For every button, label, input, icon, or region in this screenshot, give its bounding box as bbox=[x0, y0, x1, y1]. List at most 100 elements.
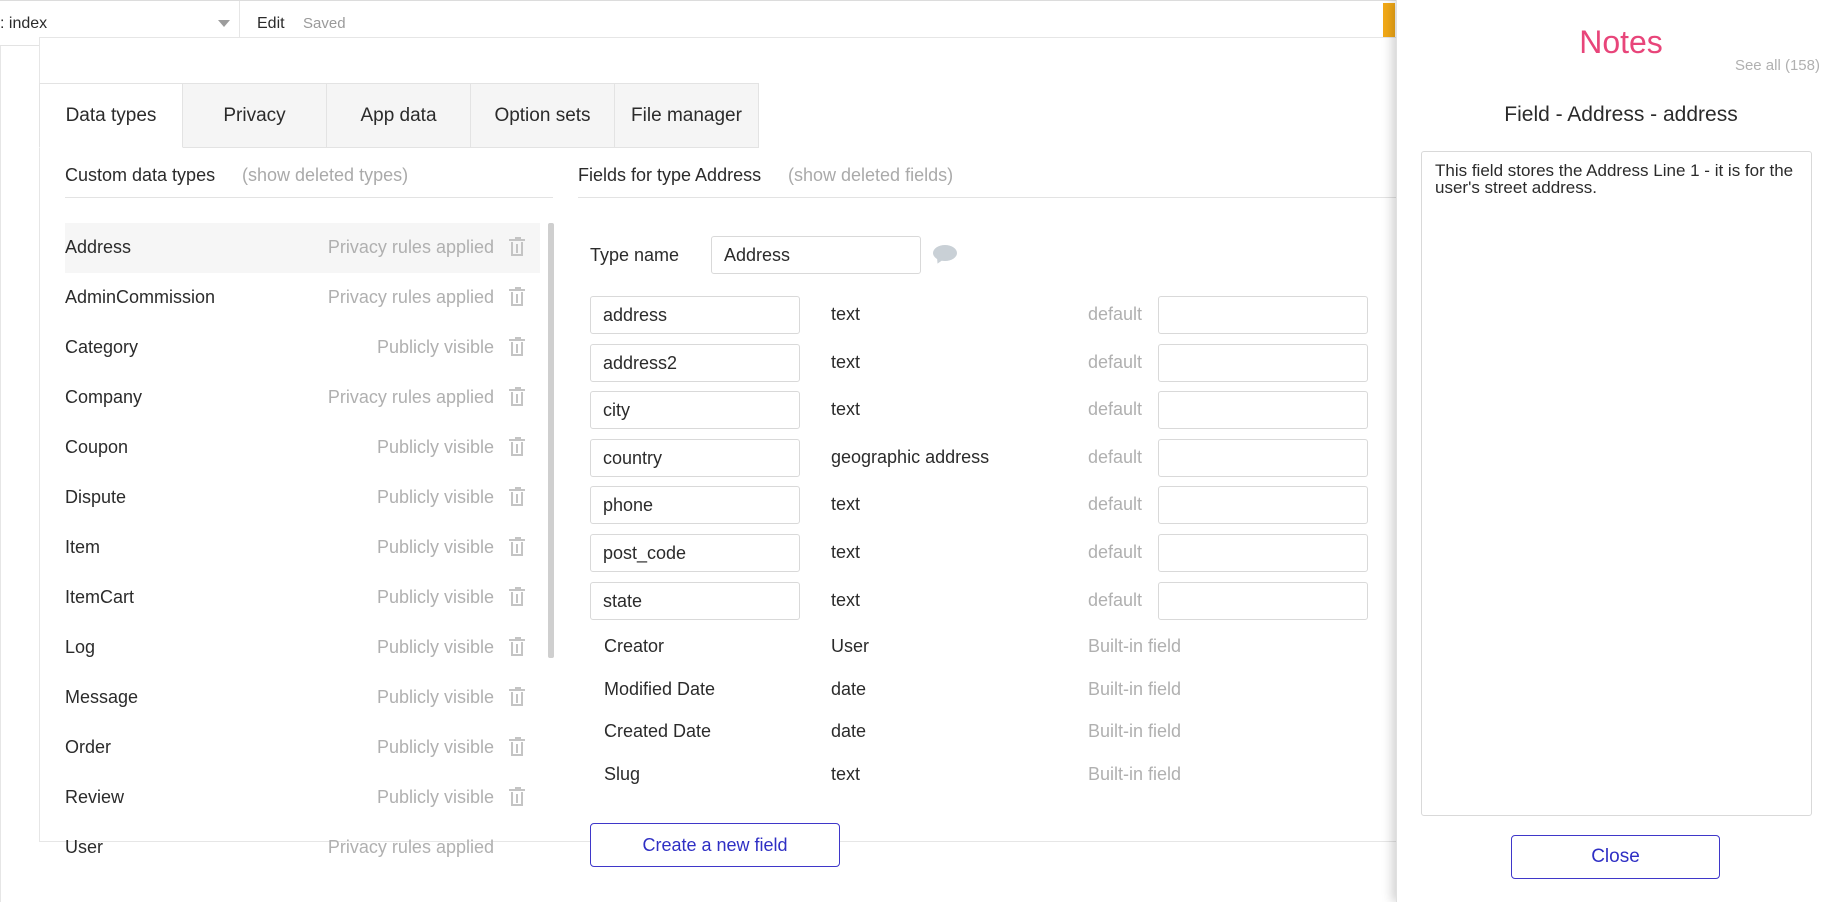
builtin-field-name: Slug bbox=[604, 764, 641, 785]
notes-title: Notes bbox=[1579, 24, 1663, 60]
field-row: city text default bbox=[590, 391, 1370, 430]
type-row[interactable]: Item Publicly visible bbox=[65, 523, 540, 573]
trash-icon[interactable] bbox=[509, 387, 525, 406]
type-name: Coupon bbox=[65, 437, 129, 457]
trash-icon[interactable] bbox=[509, 737, 525, 756]
trash-icon[interactable] bbox=[509, 287, 525, 306]
close-button[interactable]: Close bbox=[1511, 835, 1720, 879]
default-label: default bbox=[1088, 494, 1143, 515]
field-type[interactable]: text bbox=[831, 590, 860, 611]
default-label: default bbox=[1088, 399, 1143, 420]
trash-icon[interactable] bbox=[509, 437, 525, 456]
builtin-field-name: Modified Date bbox=[604, 678, 716, 699]
type-name: User bbox=[65, 837, 104, 857]
divider bbox=[65, 197, 553, 198]
field-name-input[interactable]: address bbox=[590, 296, 800, 334]
default-label: default bbox=[1088, 542, 1143, 562]
type-row[interactable]: Log Publicly visible bbox=[65, 623, 540, 673]
builtin-field-type: date bbox=[831, 678, 867, 699]
data-tabs: Data types Privacy App data Option sets … bbox=[39, 83, 759, 148]
default-value-input[interactable] bbox=[1158, 486, 1368, 525]
builtin-field-name: Creator bbox=[604, 636, 665, 656]
type-row[interactable]: Category Publicly visible bbox=[65, 323, 540, 373]
field-name-input[interactable]: address2 bbox=[590, 343, 800, 382]
type-name-input[interactable]: Address bbox=[711, 236, 921, 274]
trash-icon[interactable] bbox=[509, 637, 525, 656]
type-row[interactable]: Address Privacy rules applied bbox=[65, 223, 540, 273]
trash-icon[interactable] bbox=[509, 687, 525, 706]
default-value-input[interactable] bbox=[1158, 343, 1368, 382]
field-name-input[interactable]: country bbox=[590, 438, 800, 477]
tab-data-types[interactable]: Data types bbox=[39, 83, 183, 148]
type-name: ItemCart bbox=[65, 587, 135, 607]
chevron-down-icon[interactable] bbox=[218, 20, 230, 27]
default-value-input[interactable] bbox=[1158, 534, 1368, 572]
show-deleted-types-link[interactable]: (show deleted types) bbox=[242, 165, 408, 186]
tab-app-data[interactable]: App data bbox=[327, 83, 471, 148]
field-name-input[interactable]: state bbox=[590, 581, 800, 620]
trash-icon[interactable] bbox=[509, 787, 525, 806]
field-type[interactable]: text bbox=[831, 542, 860, 563]
type-row[interactable]: Coupon Publicly visible bbox=[65, 423, 540, 473]
builtin-field-name: Created Date bbox=[604, 721, 712, 742]
field-row: state text default bbox=[590, 581, 1370, 620]
type-row[interactable]: User Privacy rules applied bbox=[65, 823, 540, 873]
type-name: Address bbox=[65, 237, 132, 257]
trash-icon[interactable] bbox=[509, 537, 525, 556]
type-row[interactable]: Company Privacy rules applied bbox=[65, 373, 540, 423]
type-row[interactable]: Dispute Publicly visible bbox=[65, 473, 540, 523]
privacy-status: Publicly visible bbox=[376, 337, 494, 357]
divider bbox=[578, 197, 1396, 198]
type-row[interactable]: Order Publicly visible bbox=[65, 723, 540, 773]
field-row: country geographic address default bbox=[590, 438, 1370, 477]
field-name-input[interactable]: phone bbox=[590, 486, 800, 525]
tab-file-manager[interactable]: File manager bbox=[615, 83, 759, 148]
trash-icon[interactable] bbox=[509, 337, 525, 356]
field-type[interactable]: text bbox=[831, 494, 860, 515]
privacy-status: Privacy rules applied bbox=[327, 237, 494, 257]
field-row: address text default bbox=[590, 296, 1370, 334]
privacy-status: Publicly visible bbox=[376, 637, 494, 657]
builtin-field-type: date bbox=[831, 721, 867, 742]
comment-icon[interactable] bbox=[933, 245, 957, 266]
field-type[interactable]: text bbox=[831, 304, 860, 325]
note-textarea[interactable]: This field stores the Address Line 1 - i… bbox=[1421, 151, 1812, 816]
type-row[interactable]: ItemCart Publicly visible bbox=[65, 573, 540, 623]
default-label: default bbox=[1088, 304, 1143, 324]
trash-icon[interactable] bbox=[509, 487, 525, 506]
field-row: phone text default bbox=[590, 486, 1370, 525]
builtin-field-label: Built-in field bbox=[1088, 678, 1182, 699]
see-all-link[interactable]: See all (158) bbox=[1735, 57, 1820, 74]
type-name: Review bbox=[65, 787, 125, 807]
trash-icon[interactable] bbox=[509, 587, 525, 606]
privacy-status: Publicly visible bbox=[376, 587, 494, 607]
field-name-input[interactable]: city bbox=[590, 391, 800, 430]
tab-privacy[interactable]: Privacy bbox=[183, 83, 327, 148]
type-name: Message bbox=[65, 687, 139, 707]
default-value-input[interactable] bbox=[1158, 438, 1368, 477]
default-value-input[interactable] bbox=[1158, 391, 1368, 430]
default-value-input[interactable] bbox=[1158, 296, 1368, 334]
tab-option-sets[interactable]: Option sets bbox=[471, 83, 615, 148]
fields-title: Fields for type Address bbox=[578, 165, 762, 185]
type-name: Dispute bbox=[65, 487, 127, 507]
show-deleted-fields-link[interactable]: (show deleted fields) bbox=[788, 165, 953, 186]
notes-panel: Notes See all (158) Field - Address - ad… bbox=[1396, 0, 1844, 902]
default-value-input[interactable] bbox=[1158, 581, 1368, 620]
create-field-button[interactable]: Create a new field bbox=[590, 823, 840, 867]
builtin-field-row: Slug text Built-in field bbox=[590, 760, 1370, 790]
field-name-input[interactable]: post_code bbox=[590, 534, 800, 572]
type-name: Order bbox=[65, 737, 112, 757]
field-type[interactable]: text bbox=[831, 399, 860, 420]
custom-types-title: Custom data types bbox=[65, 165, 216, 185]
field-type[interactable]: text bbox=[831, 352, 860, 373]
privacy-status: Publicly visible bbox=[376, 737, 494, 757]
page-name: : index bbox=[0, 15, 48, 32]
trash-icon[interactable] bbox=[509, 237, 525, 256]
field-type[interactable]: geographic address bbox=[831, 447, 989, 468]
type-row[interactable]: Review Publicly visible bbox=[65, 773, 540, 823]
types-scrollbar[interactable] bbox=[548, 223, 554, 658]
type-row[interactable]: AdminCommission Privacy rules applied bbox=[65, 273, 540, 323]
privacy-status: Publicly visible bbox=[376, 537, 494, 557]
type-row[interactable]: Message Publicly visible bbox=[65, 673, 540, 723]
